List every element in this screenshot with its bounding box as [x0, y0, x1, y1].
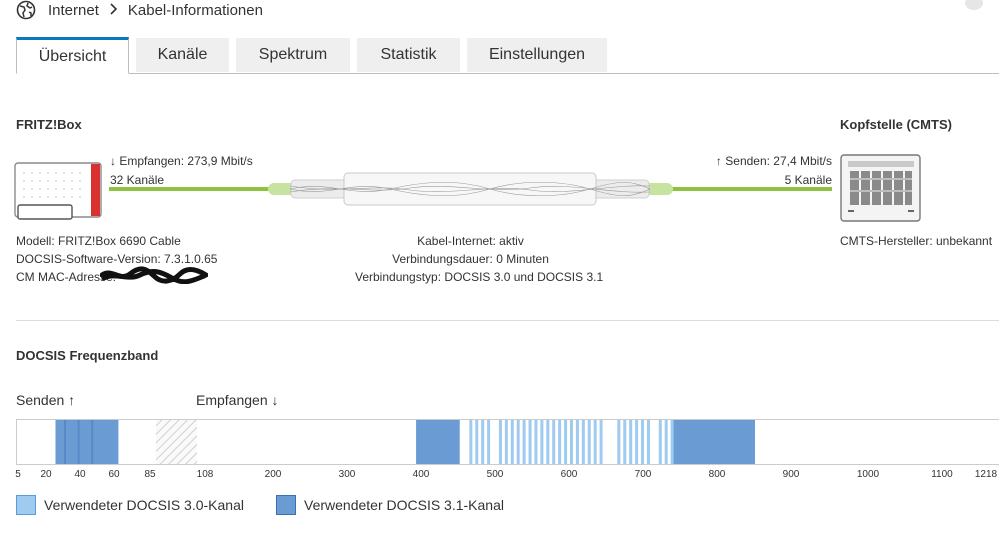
downstream-docsis30-channel: [552, 420, 556, 464]
section-divider: [16, 320, 999, 321]
downstream-docsis30-channel: [635, 420, 639, 464]
downstream-docsis30-channel: [564, 420, 568, 464]
downstream-docsis30-channel: [498, 420, 502, 464]
downstream-docsis31-block: [672, 420, 755, 464]
tick-label: 108: [196, 469, 214, 480]
downstream-docsis30-channel: [522, 420, 526, 464]
tick-label: 300: [338, 469, 356, 480]
upstream-rate: ↑ Senden: 27,4 Mbit/s: [715, 154, 832, 168]
fritzbox-device-icon: [14, 162, 102, 220]
tick-label: 900: [782, 469, 800, 480]
tick-label: 500: [486, 469, 504, 480]
tick-label: 1000: [856, 469, 880, 480]
tick-label: 20: [40, 469, 52, 480]
downstream-docsis30-channel: [623, 420, 627, 464]
frequency-band-graphic: [55, 420, 755, 464]
frequency-band-bar: [16, 419, 999, 465]
cable-status: Kabel-Internet: aktiv: [417, 234, 524, 248]
fritzbox-title: FRITZ!Box: [16, 117, 82, 132]
tab-uebersicht[interactable]: Übersicht: [16, 37, 129, 74]
tab-statistik[interactable]: Statistik: [357, 38, 460, 72]
connection-type: Verbindungstyp: DOCSIS 3.0 und DOCSIS 3.…: [355, 270, 604, 284]
downstream-channels: 32 Kanäle: [110, 173, 165, 187]
downstream-docsis30-channel: [510, 420, 514, 464]
downstream-docsis30-channel: [581, 420, 585, 464]
upstream-channel-divider: [91, 420, 94, 464]
tick-label: 60: [108, 469, 120, 480]
arrow-down-icon: ↓: [110, 154, 116, 168]
downstream-docsis30-channel: [516, 420, 520, 464]
diplex-gap-band: [156, 420, 197, 464]
downstream-docsis30-channel: [487, 420, 491, 464]
downstream-docsis30-channel: [629, 420, 633, 464]
downstream-docsis30-channel: [599, 420, 603, 464]
tab-bar: Übersicht Kanäle Spektrum Statistik Eins…: [16, 37, 999, 74]
tick-label: 400: [412, 469, 430, 480]
arrow-down-icon: ↓: [271, 392, 279, 408]
downstream-docsis30-channel: [469, 420, 473, 464]
downstream-docsis30-channel: [481, 420, 485, 464]
downstream-docsis30-channel: [504, 420, 508, 464]
downstream-docsis30-channel: [475, 420, 479, 464]
downstream-docsis30-channel: [546, 420, 550, 464]
tick-label: 200: [264, 469, 282, 480]
downstream-docsis30-channel: [587, 420, 591, 464]
tick-label: 800: [708, 469, 726, 480]
menu-dot[interactable]: [965, 0, 983, 10]
globe-icon: [16, 0, 36, 20]
tab-kanaele[interactable]: Kanäle: [136, 38, 229, 72]
tab-spektrum[interactable]: Spektrum: [236, 38, 350, 72]
breadcrumb-root[interactable]: Internet: [48, 2, 99, 19]
docsis-version: DOCSIS-Software-Version: 7.3.1.0.65: [16, 252, 218, 266]
downstream-docsis30-channel: [575, 420, 579, 464]
tick-label: 5: [15, 469, 21, 480]
legend-swatch-docsis31: [276, 495, 296, 515]
tick-label: 600: [560, 469, 578, 480]
upstream-channel-divider: [77, 420, 80, 464]
tick-label: 1100: [931, 469, 953, 480]
tick-label: 1218: [974, 469, 998, 480]
send-label: Senden ↑: [16, 392, 76, 408]
downstream-docsis30-channel: [670, 420, 674, 464]
arrow-up-icon: ↑: [68, 392, 76, 408]
downstream-docsis30-channel: [569, 420, 573, 464]
receive-label: Empfangen ↓: [196, 392, 279, 408]
downstream-rate: ↓ Empfangen: 273,9 Mbit/s: [110, 154, 253, 168]
tick-label: 85: [144, 469, 156, 480]
cable-bundle-icon: [290, 172, 650, 206]
downstream-docsis30-channel: [617, 420, 621, 464]
legend-swatch-docsis30: [16, 495, 36, 515]
downstream-docsis30-channel: [540, 420, 544, 464]
band-legend: Verwendeter DOCSIS 3.0-Kanal Verwendeter…: [16, 495, 504, 515]
docsis-band-title: DOCSIS Frequenzband: [16, 348, 159, 363]
upstream-channel-divider: [64, 420, 66, 464]
model-info: Modell: FRITZ!Box 6690 Cable: [16, 234, 181, 248]
cmts-vendor: CMTS-Hersteller: unbekannt: [840, 234, 993, 248]
downstream-docsis30-channel: [646, 420, 650, 464]
legend-label-docsis30: Verwendeter DOCSIS 3.0-Kanal: [44, 497, 244, 513]
downstream-docsis31-block: [416, 420, 460, 464]
tick-label: 700: [634, 469, 652, 480]
downstream-docsis30-channel: [558, 420, 562, 464]
downstream-docsis30-channel: [658, 420, 662, 464]
tick-label: 40: [74, 469, 86, 480]
cmts-device-icon: [840, 154, 921, 222]
downstream-docsis30-channel: [664, 420, 668, 464]
downstream-docsis30-channel: [528, 420, 532, 464]
arrow-up-icon: ↑: [715, 154, 722, 168]
downstream-docsis30-channel: [534, 420, 538, 464]
breadcrumb-current: Kabel-Informationen: [127, 1, 263, 19]
redacted-mac-scribble: [100, 266, 208, 284]
upstream-channels: 5 Kanäle: [784, 173, 832, 187]
cmts-title: Kopfstelle (CMTS): [840, 117, 952, 132]
frequency-axis: 5 20 40 60 85 108 200 300 400 500 600 70…: [0, 469, 999, 483]
legend-label-docsis31: Verwendeter DOCSIS 3.1-Kanal: [304, 497, 504, 513]
tab-einstellungen[interactable]: Einstellungen: [467, 38, 607, 72]
connection-duration: Verbindungsdauer: 0 Minuten: [392, 252, 549, 266]
chevron-right-icon: [109, 2, 118, 19]
breadcrumb: Internet Kabel-Informationen: [16, 0, 263, 20]
downstream-docsis30-channel: [593, 420, 597, 464]
downstream-docsis30-channel: [641, 420, 645, 464]
